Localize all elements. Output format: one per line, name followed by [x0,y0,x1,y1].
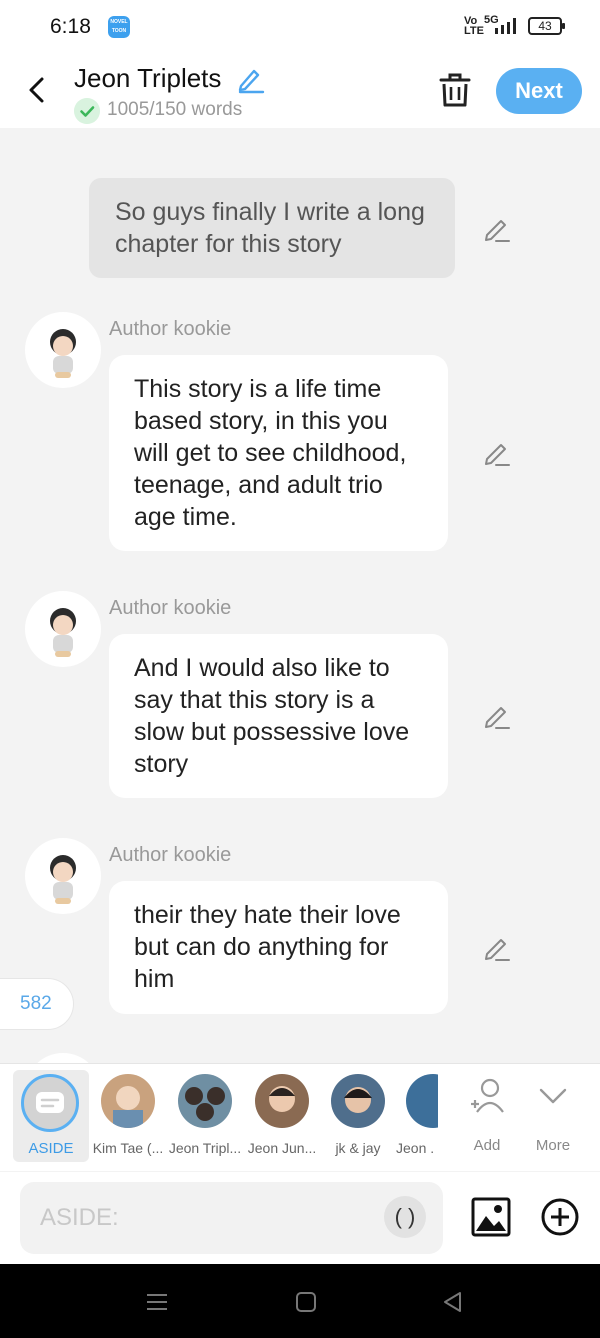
avatar[interactable] [25,1053,101,1063]
plus-circle-icon[interactable] [539,1196,581,1238]
character-item[interactable]: Kim Tae (... [91,1074,165,1156]
add-label: Add [473,1137,501,1154]
character-name: Jeon . [396,1140,435,1156]
trash-icon[interactable] [436,70,474,110]
add-person-icon [471,1078,504,1113]
novel-toon-app-icon: NOVEL TOON [108,16,130,38]
character-avatar [255,1074,309,1128]
home-icon[interactable] [293,1289,319,1315]
check-icon [74,98,100,124]
pencil-icon[interactable] [482,933,512,963]
chevron-down-icon [539,1088,567,1104]
parentheses-button[interactable]: ( ) [384,1196,426,1238]
character-avatar [331,1074,385,1128]
chat-feed[interactable]: So guys finally I write a long chapter f… [0,128,600,1063]
avatar[interactable] [25,591,101,667]
character-avatar [178,1074,232,1128]
story-title: Jeon Triplets [74,63,222,93]
author-name: Author kookie [109,597,232,619]
menu-icon[interactable] [144,1289,170,1315]
pencil-icon[interactable] [482,701,512,731]
aside-label: ASIDE [28,1140,74,1157]
character-bar: ASIDE Kim Tae (... Jeon Tripl... Jeon Ju… [0,1063,600,1171]
volte-indicator: Vo LTE [464,15,484,37]
author-name: Author kookie [109,844,232,866]
character-name: Jeon Jun... [247,1140,317,1156]
add-character-button[interactable]: Add [457,1076,517,1154]
character-avatar [406,1074,438,1128]
status-bar: 6:18 NOVEL TOON Vo LTE 5G 43 [0,0,600,52]
aside-message[interactable]: So guys finally I write a long chapter f… [89,178,455,278]
character-item[interactable]: Jeon Jun... [245,1074,319,1156]
composer: ( ) [0,1172,600,1264]
next-button[interactable]: Next [496,68,582,114]
character-item[interactable]: Jeon Tripl... [168,1074,242,1156]
count-badge[interactable]: 582 [0,978,74,1030]
character-item[interactable]: Jeon . [384,1074,438,1156]
image-icon[interactable] [470,1196,512,1238]
more-label: More [535,1137,571,1154]
avatar[interactable] [25,312,101,388]
chat-bubble-icon [36,1092,64,1113]
aside-character-tile[interactable]: ASIDE [13,1070,89,1162]
message-bubble[interactable]: This story is a life time based story, i… [109,355,448,551]
aside-avatar [21,1074,79,1132]
word-count: 1005/150 words [107,99,243,120]
battery-indicator: 43 [528,17,565,35]
back-triangle-icon[interactable] [440,1289,466,1315]
pencil-icon[interactable] [482,438,512,468]
author-name: Author kookie [109,318,232,340]
system-nav-bar [0,1264,600,1338]
pencil-icon[interactable] [235,64,265,94]
message-bubble[interactable]: their they hate their love but can do an… [109,881,448,1014]
message-bubble[interactable]: And I would also like to say that this s… [109,634,448,798]
header: Jeon Triplets 1005/150 words Next [0,52,600,128]
pencil-icon[interactable] [482,214,512,244]
character-avatar [101,1074,155,1128]
character-name: Kim Tae (... [92,1140,164,1156]
more-button[interactable]: More [523,1076,583,1154]
avatar[interactable] [25,838,101,914]
character-name: Jeon Tripl... [168,1140,242,1156]
back-icon[interactable] [18,70,58,110]
signal-icon [495,18,516,34]
status-time: 6:18 [50,15,91,38]
message-input[interactable] [20,1182,443,1254]
